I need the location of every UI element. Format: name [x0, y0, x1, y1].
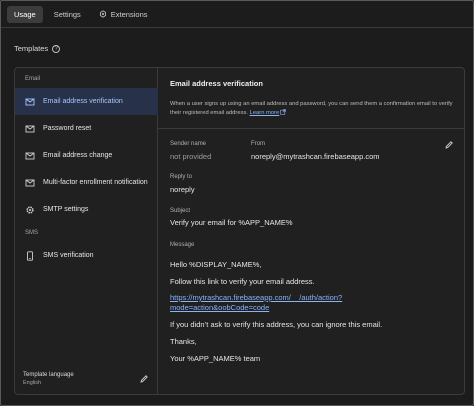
section-title-text: Templates: [14, 44, 49, 53]
tab-extensions-label: Extensions: [110, 9, 148, 19]
sidebar-item-label: Password reset: [43, 125, 92, 132]
sidebar-item-email-verification[interactable]: Email address verification: [15, 88, 158, 115]
group-label-email: Email: [25, 76, 41, 82]
mail-icon: [25, 152, 35, 159]
mail-icon: [25, 98, 35, 105]
sidebar-item-email-change[interactable]: Email address change: [15, 142, 158, 169]
detail-header: Email address verification When a user s…: [158, 68, 464, 129]
edit-language-icon[interactable]: [139, 374, 149, 384]
learn-more-link[interactable]: Learn more: [250, 110, 280, 116]
section-title: Templates ?: [14, 44, 61, 53]
subject-label: Subject: [170, 208, 191, 214]
mail-icon: [25, 179, 35, 186]
edit-template-icon[interactable]: [444, 140, 454, 150]
tab-settings-label: Settings: [53, 9, 81, 19]
sidebar-item-label: SMS verification: [43, 252, 94, 259]
detail-description-text: When a user signs up using an email addr…: [170, 101, 453, 116]
from-value: noreply@mytrashcan.firebaseapp.com: [251, 152, 380, 161]
group-label-sms: SMS: [25, 230, 39, 236]
message-greeting: Hello %DISPLAY_NAME%,: [170, 260, 262, 269]
template-language-label: Template language: [23, 372, 74, 378]
sidebar-item-smtp-settings[interactable]: SMTP settings: [15, 196, 158, 223]
detail-description: When a user signs up using an email addr…: [170, 100, 455, 117]
message-ignore-note: If you didn’t ask to verify this address…: [170, 320, 383, 329]
mail-icon: [25, 125, 35, 132]
message-label: Message: [170, 242, 195, 248]
reply-to-value: noreply: [170, 185, 195, 194]
message-instruction: Follow this link to verify your email ad…: [170, 277, 315, 286]
sidebar-item-sms-verification[interactable]: SMS verification: [15, 242, 158, 269]
sender-name-label: Sender name: [170, 141, 207, 147]
message-link-line-2: mode=action&oobCode=code: [170, 303, 270, 312]
templates-panel: Usage Settings Extensions Templates ? Em…: [0, 0, 474, 406]
templates-card: Email Email address verification Passwor…: [14, 67, 465, 395]
template-language: Template language English: [23, 372, 74, 386]
external-link-icon: [280, 109, 286, 115]
message-link-line-1: https://mytrashcan.firebaseapp.com/__/au…: [170, 293, 343, 302]
tab-extensions[interactable]: Extensions: [92, 6, 155, 23]
tab-settings[interactable]: Settings: [47, 6, 88, 23]
sidebar-item-label: SMTP settings: [43, 206, 89, 213]
sidebar-item-mfa-notification[interactable]: Multi-factor enrollment notification: [15, 169, 158, 196]
template-detail: Email address verification When a user s…: [158, 68, 464, 394]
extensions-icon: [99, 10, 106, 18]
template-language-value: English: [23, 380, 42, 386]
sidebar-item-label: Email address change: [43, 152, 113, 159]
message-signature: Your %APP_NAME% team: [170, 354, 261, 363]
message-verification-link[interactable]: https://mytrashcan.firebaseapp.com/__/au…: [170, 293, 370, 313]
subject-value: Verify your email for %APP_NAME%: [170, 218, 293, 227]
template-sidebar: Email Email address verification Passwor…: [15, 68, 158, 394]
reply-to-label: Reply to: [170, 174, 193, 180]
sender-name-value: not provided: [170, 152, 212, 161]
tab-usage[interactable]: Usage: [7, 5, 43, 23]
sidebar-item-label: Email address verification: [43, 98, 123, 105]
learn-more-label: Learn more: [249, 109, 280, 116]
gear-icon: [26, 205, 34, 214]
phone-icon: [27, 250, 33, 261]
message-thanks: Thanks,: [170, 337, 197, 346]
help-icon[interactable]: ?: [52, 44, 61, 53]
from-label: From: [251, 141, 265, 147]
tab-bar: Usage Settings Extensions: [1, 1, 473, 28]
tab-usage-label: Usage: [14, 9, 36, 19]
sidebar-item-password-reset[interactable]: Password reset: [15, 115, 158, 142]
sidebar-item-label: Multi-factor enrollment notification: [43, 179, 148, 186]
detail-title: Email address verification: [170, 79, 263, 88]
